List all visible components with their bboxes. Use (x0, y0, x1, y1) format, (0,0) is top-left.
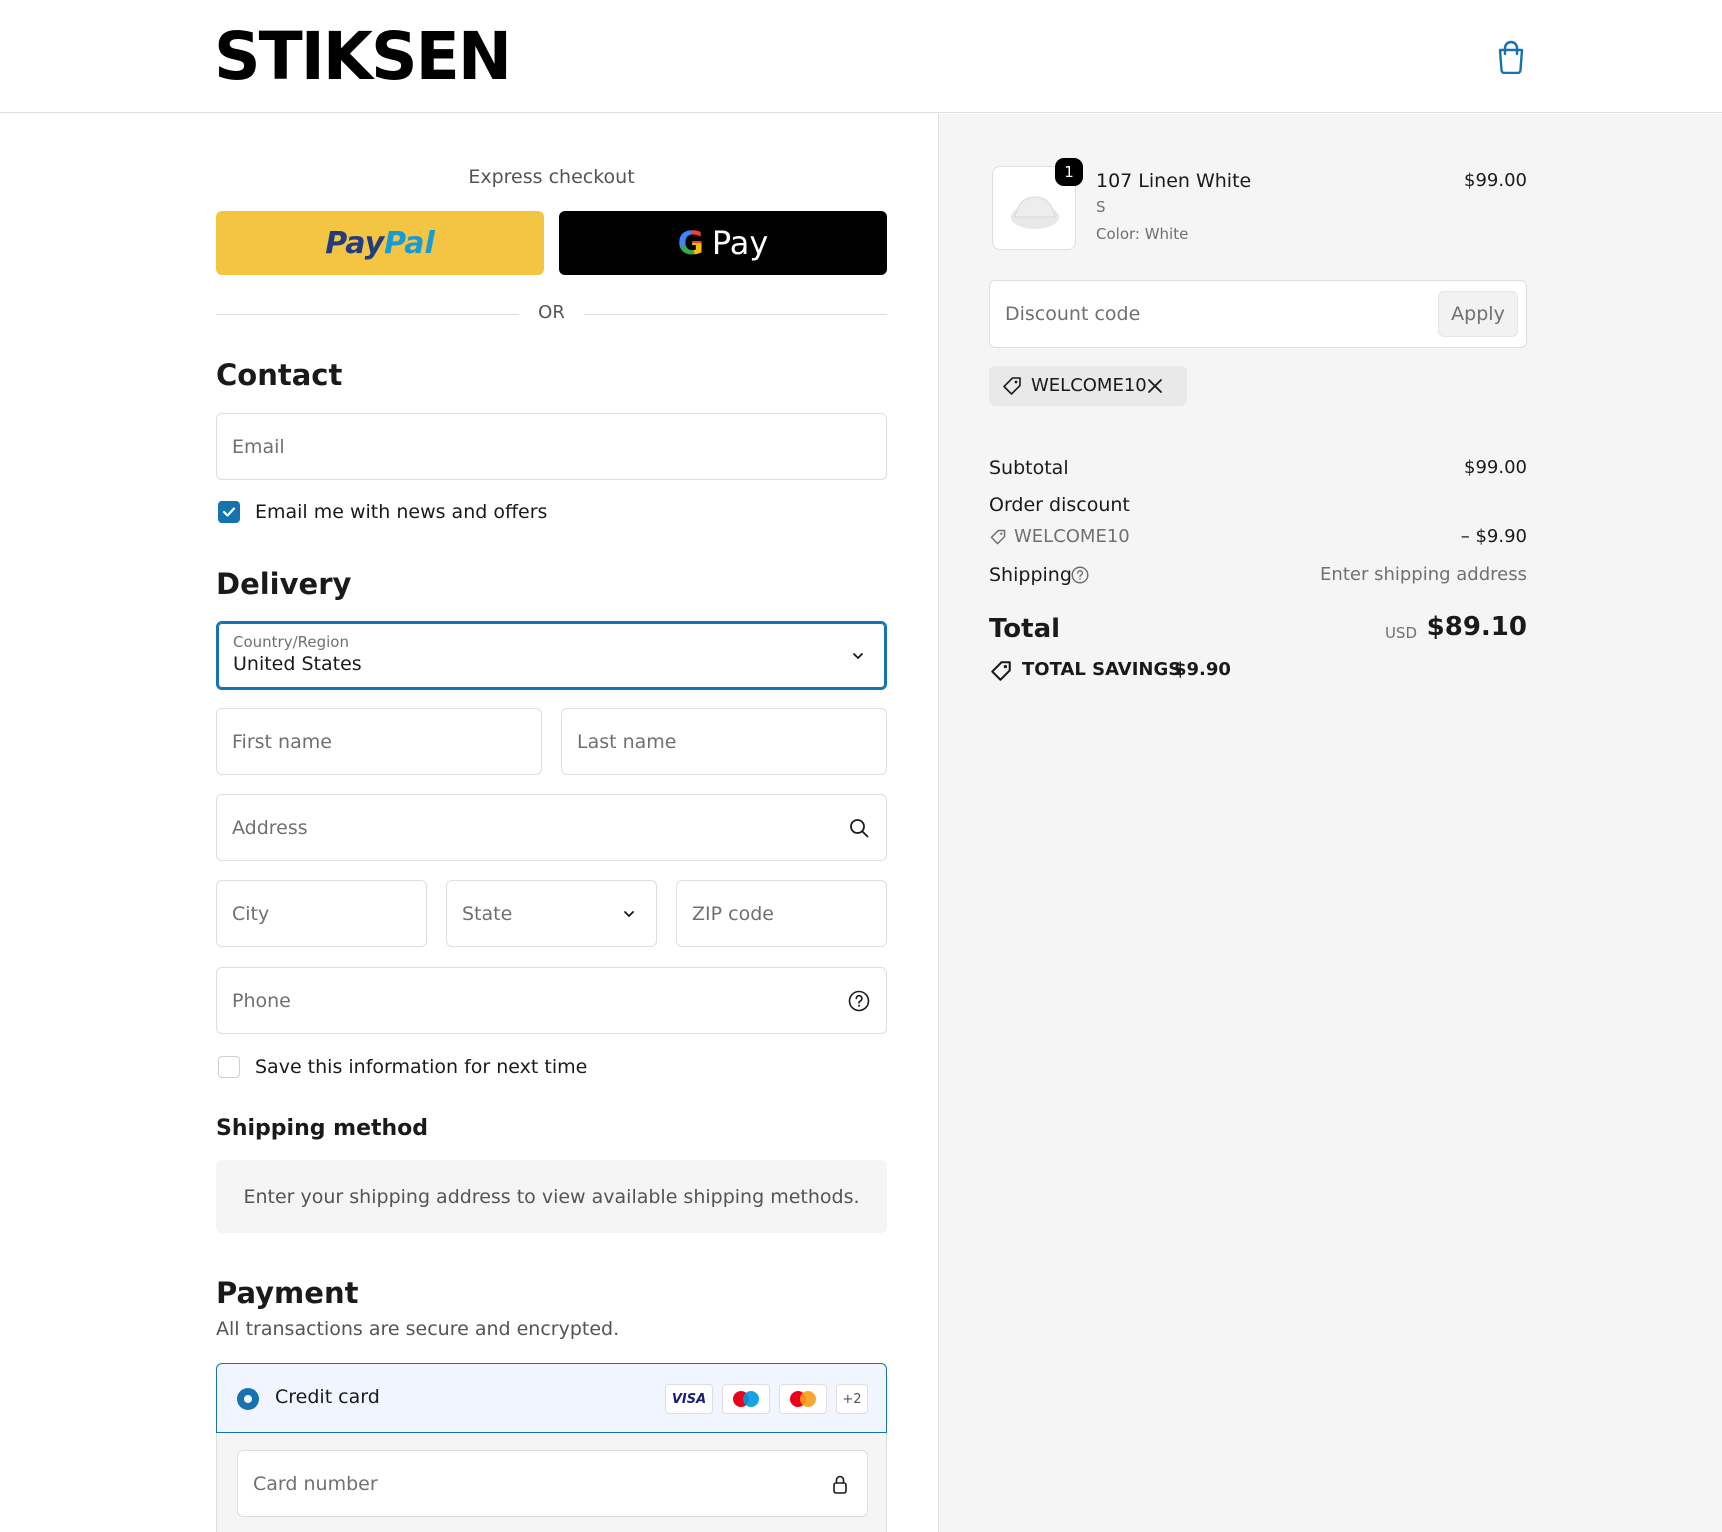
applied-discount-code: WELCOME10 (1031, 375, 1147, 396)
tag-icon (1003, 377, 1021, 395)
total-label: Total (989, 614, 1061, 644)
order-discount-label: Order discount (989, 494, 1130, 516)
last-name-placeholder: Last name (577, 730, 677, 753)
address-placeholder: Address (232, 816, 308, 839)
first-name-placeholder: First name (232, 730, 332, 753)
apply-discount-button[interactable]: Apply (1438, 291, 1518, 337)
credit-card-option[interactable]: Credit card VISA +2 (216, 1363, 887, 1433)
help-circle-icon[interactable] (848, 990, 870, 1012)
visa-icon: VISA (665, 1384, 713, 1414)
lock-icon (833, 1475, 847, 1494)
credit-card-form: Card number (216, 1433, 887, 1532)
total-savings-label: TOTAL SAVINGS (1022, 659, 1182, 680)
state-placeholder: State (462, 902, 513, 925)
paypal-wordmark-pal: Pal (384, 225, 435, 261)
tag-icon (990, 529, 1006, 545)
express-checkout-label: Express checkout (468, 166, 635, 188)
product-price: $99.00 (1464, 170, 1527, 191)
credit-card-label: Credit card (275, 1386, 380, 1408)
city-field[interactable]: City (216, 880, 427, 947)
or-label: OR (538, 302, 565, 323)
or-divider: OR (216, 302, 887, 326)
help-circle-icon[interactable] (1071, 566, 1089, 584)
product-variant: S (1096, 198, 1106, 216)
credit-card-radio[interactable] (237, 1388, 259, 1410)
country-value: United States (233, 653, 362, 675)
google-pay-label: Pay (711, 224, 769, 262)
applied-discount-chip: WELCOME10 (989, 366, 1187, 406)
email-field[interactable]: Email (216, 413, 887, 480)
google-g-icon: G (677, 224, 704, 262)
paypal-button[interactable]: Pay Pal (216, 211, 544, 275)
contact-title: Contact (216, 358, 343, 392)
state-select[interactable]: State (446, 880, 657, 947)
search-icon[interactable] (848, 817, 870, 839)
zip-field[interactable]: ZIP code (676, 880, 887, 947)
zip-placeholder: ZIP code (692, 902, 774, 925)
paypal-wordmark-pay: Pay (325, 225, 385, 261)
site-header: STIKSEN (0, 0, 1722, 113)
shipping-value: Enter shipping address (1320, 564, 1527, 585)
maestro-icon (722, 1384, 770, 1414)
total-value: $89.10 (1426, 612, 1527, 642)
city-placeholder: City (232, 902, 270, 925)
store-logo[interactable]: STIKSEN (214, 22, 512, 92)
google-pay-button[interactable]: G Pay (559, 211, 887, 275)
chevron-down-icon (624, 910, 634, 917)
shopping-bag-icon[interactable] (1496, 40, 1526, 74)
chevron-down-icon (853, 652, 863, 659)
delivery-title: Delivery (216, 567, 352, 601)
checkmark-icon (222, 507, 236, 517)
shipping-method-notice: Enter your shipping address to view avai… (216, 1160, 887, 1233)
order-discount-value: – $9.90 (1460, 526, 1527, 547)
remove-discount-icon[interactable] (1144, 375, 1166, 397)
order-discount-code: WELCOME10 (1014, 526, 1130, 547)
country-select[interactable]: Country/Region United States (216, 621, 887, 690)
product-name: 107 Linen White (1096, 170, 1252, 192)
mastercard-icon (779, 1384, 827, 1414)
savings-tag-icon (991, 661, 1011, 681)
save-info-checkbox[interactable] (218, 1056, 240, 1078)
shipping-method-message: Enter your shipping address to view avai… (243, 1185, 860, 1208)
email-placeholder: Email (232, 435, 285, 458)
news-checkbox[interactable] (218, 501, 240, 523)
shipping-label: Shipping (989, 564, 1072, 586)
discount-code-placeholder: Discount code (1005, 303, 1141, 325)
card-number-field[interactable]: Card number (237, 1450, 868, 1517)
total-currency: USD (1384, 624, 1417, 642)
total-savings-value: $9.90 (1174, 659, 1231, 680)
product-color: Color: White (1096, 225, 1189, 243)
phone-field[interactable]: Phone (216, 967, 887, 1034)
last-name-field[interactable]: Last name (561, 708, 887, 775)
country-label: Country/Region (233, 633, 349, 651)
payment-title: Payment (216, 1276, 359, 1310)
save-info-label: Save this information for next time (255, 1056, 588, 1078)
payment-subtitle: All transactions are secure and encrypte… (216, 1318, 620, 1340)
card-number-placeholder: Card number (253, 1472, 378, 1495)
more-cards-badge: +2 (836, 1384, 868, 1414)
address-field[interactable]: Address (216, 794, 887, 861)
shipping-method-title: Shipping method (216, 1116, 429, 1141)
phone-placeholder: Phone (232, 989, 291, 1012)
subtotal-label: Subtotal (989, 457, 1069, 479)
discount-code-field[interactable]: Discount code Apply (989, 280, 1527, 348)
divider-line (584, 314, 887, 315)
subtotal-value: $99.00 (1464, 457, 1527, 478)
quantity-badge: 1 (1055, 158, 1083, 186)
news-checkbox-label: Email me with news and offers (255, 501, 548, 523)
first-name-field[interactable]: First name (216, 708, 542, 775)
